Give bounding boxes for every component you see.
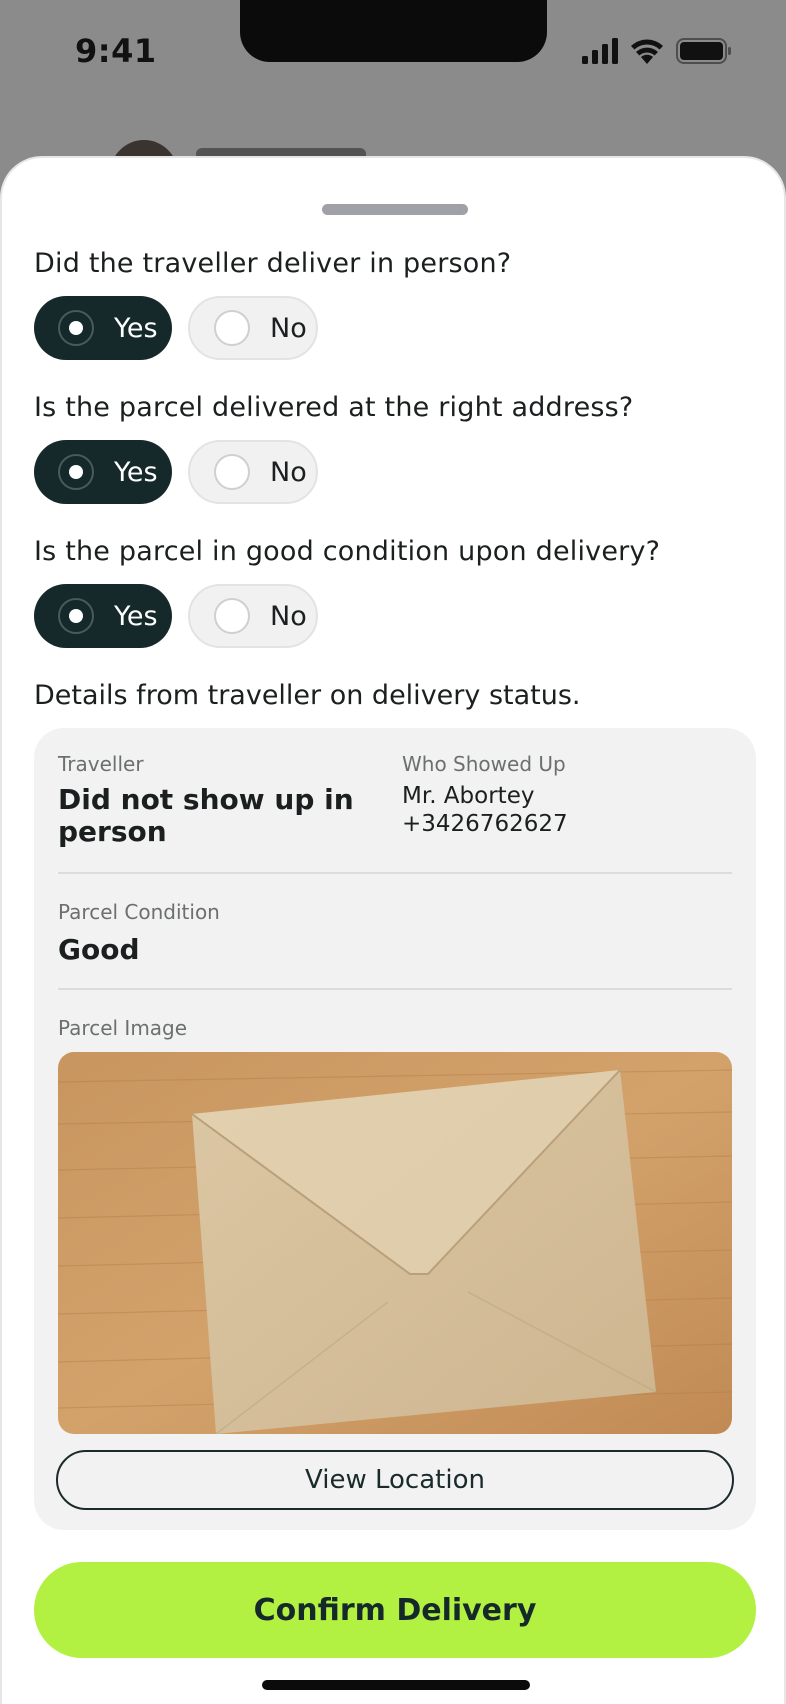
radio-yes-deliver-in-person[interactable]: Yes bbox=[34, 296, 172, 360]
radio-no-right-address[interactable]: No bbox=[188, 440, 318, 504]
radio-yes-right-address[interactable]: Yes bbox=[34, 440, 172, 504]
traveller-label: Traveller bbox=[58, 752, 144, 776]
question-good-condition: Is the parcel in good condition upon del… bbox=[34, 536, 661, 567]
parcel-condition-label: Parcel Condition bbox=[58, 900, 220, 924]
device-notch bbox=[240, 0, 547, 62]
question-deliver-in-person: Did the traveller deliver in person? bbox=[34, 248, 512, 279]
parcel-condition-value: Good bbox=[58, 933, 140, 966]
status-time: 9:41 bbox=[75, 32, 157, 70]
battery-icon bbox=[676, 38, 731, 64]
confirm-delivery-button[interactable]: Confirm Delivery bbox=[34, 1562, 756, 1658]
radio-selected-icon bbox=[58, 454, 94, 490]
wifi-icon bbox=[631, 39, 663, 64]
status-icons bbox=[582, 38, 732, 64]
divider bbox=[58, 872, 732, 874]
radio-unselected-icon bbox=[214, 598, 250, 634]
radio-label: Yes bbox=[114, 600, 158, 632]
who-showed-up-name: Mr. Abortey bbox=[402, 783, 535, 809]
radio-label: Yes bbox=[114, 456, 158, 488]
question-right-address: Is the parcel delivered at the right add… bbox=[34, 392, 634, 423]
status-bar: 9:41 bbox=[0, 0, 786, 110]
parcel-image[interactable] bbox=[58, 1052, 732, 1434]
radio-group-right-address: Yes No bbox=[34, 440, 318, 504]
radio-selected-icon bbox=[58, 598, 94, 634]
sheet-grabber[interactable] bbox=[322, 204, 468, 215]
divider bbox=[58, 988, 732, 990]
cellular-signal-icon bbox=[582, 38, 618, 64]
who-showed-up-phone: +3426762627 bbox=[402, 811, 568, 837]
radio-no-deliver-in-person[interactable]: No bbox=[188, 296, 318, 360]
traveller-value: Did not show up in person bbox=[58, 783, 354, 848]
envelope-photo bbox=[58, 1052, 732, 1434]
parcel-image-label: Parcel Image bbox=[58, 1016, 188, 1040]
radio-unselected-icon bbox=[214, 454, 250, 490]
delivery-confirmation-sheet: Did the traveller deliver in person? Yes… bbox=[0, 156, 786, 1704]
radio-no-good-condition[interactable]: No bbox=[188, 584, 318, 648]
delivery-details-card: Traveller Did not show up in person Who … bbox=[34, 728, 756, 1530]
view-location-button[interactable]: View Location bbox=[56, 1450, 734, 1510]
radio-yes-good-condition[interactable]: Yes bbox=[34, 584, 172, 648]
radio-group-deliver-in-person: Yes No bbox=[34, 296, 318, 360]
radio-label: Yes bbox=[114, 312, 158, 344]
radio-selected-icon bbox=[58, 310, 94, 346]
home-indicator bbox=[262, 1680, 530, 1690]
radio-unselected-icon bbox=[214, 310, 250, 346]
who-showed-up-label: Who Showed Up bbox=[402, 752, 566, 776]
radio-label: No bbox=[270, 312, 307, 344]
radio-group-good-condition: Yes No bbox=[34, 584, 318, 648]
radio-label: No bbox=[270, 600, 307, 632]
radio-label: No bbox=[270, 456, 307, 488]
details-title: Details from traveller on delivery statu… bbox=[34, 680, 581, 711]
